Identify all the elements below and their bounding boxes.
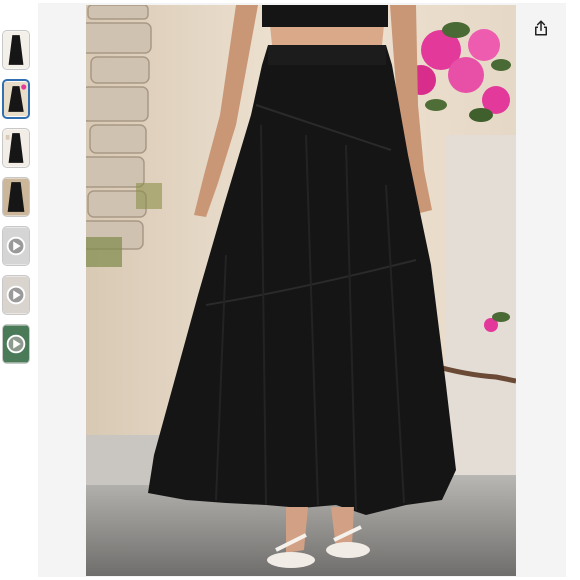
skirt-thumbnail-icon bbox=[3, 31, 29, 69]
play-icon bbox=[3, 227, 29, 265]
skirt-thumbnail-icon bbox=[4, 81, 28, 117]
video-thumbnail-3[interactable] bbox=[2, 324, 30, 364]
thumbnail-4[interactable] bbox=[2, 177, 30, 217]
thumbnail-3[interactable] bbox=[2, 128, 30, 168]
product-gallery bbox=[0, 0, 580, 580]
play-icon bbox=[3, 276, 29, 314]
skirt-photo bbox=[86, 5, 516, 576]
share-icon bbox=[535, 20, 547, 36]
thumbnail-1[interactable] bbox=[2, 30, 30, 70]
play-icon bbox=[3, 325, 29, 363]
video-thumbnail-2[interactable] bbox=[2, 275, 30, 315]
skirt-thumbnail-icon bbox=[3, 129, 29, 167]
video-thumbnail-1[interactable] bbox=[2, 226, 30, 266]
main-product-image[interactable] bbox=[86, 5, 516, 576]
share-button[interactable] bbox=[527, 14, 555, 42]
thumbnail-2[interactable] bbox=[2, 79, 30, 119]
skirt-thumbnail-icon bbox=[3, 178, 29, 216]
